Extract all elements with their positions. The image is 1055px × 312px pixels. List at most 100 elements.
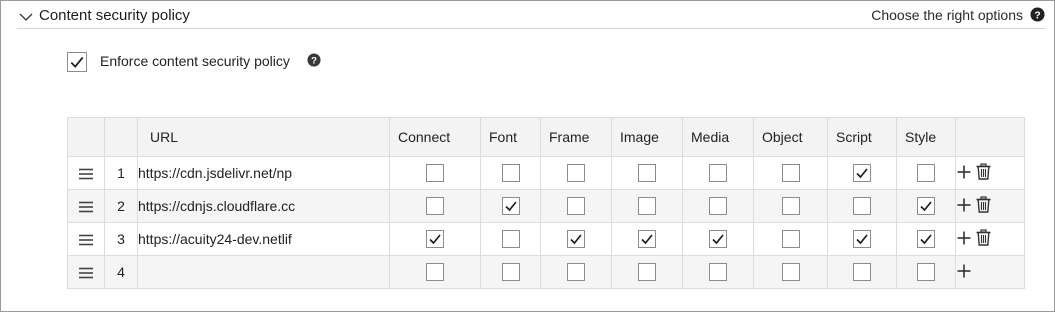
object-checkbox[interactable] [781,230,800,249]
cell-frame [540,255,612,289]
connect-checkbox[interactable] [426,197,444,216]
script-checkbox[interactable] [853,263,871,282]
section-title: Content security policy [39,7,190,24]
cell-font [480,255,541,289]
cell-object [753,189,828,223]
cell-media [682,222,754,256]
style-checkbox[interactable] [917,197,935,216]
plus-icon[interactable] [956,230,972,249]
image-checkbox[interactable] [638,263,656,282]
column-header-script: Script [827,117,897,157]
column-header-url: URL [137,117,390,157]
cell-image [611,156,683,190]
table-row: 1 https://cdn.jsdelivr.net/np [67,156,1025,190]
drag-cell [67,255,105,289]
media-checkbox[interactable] [709,197,727,216]
enforce-label: Enforce content security policy [100,53,290,69]
url-cell[interactable] [137,255,390,289]
cell-image [611,255,683,289]
row-number: 2 [104,189,138,223]
row-actions [955,189,1025,223]
plus-icon[interactable] [956,263,972,282]
column-header-image: Image [611,117,683,157]
font-checkbox[interactable] [501,164,520,183]
cell-style [896,255,956,289]
url-cell[interactable]: https://acuity24-dev.netlif [137,222,390,256]
font-checkbox[interactable] [501,230,520,249]
enforce-checkbox[interactable] [67,52,87,72]
frame-checkbox[interactable] [567,164,585,183]
svg-text:?: ? [1034,10,1040,21]
trash-icon[interactable] [976,163,991,183]
number-column-header [104,117,138,157]
connect-checkbox[interactable] [426,263,444,282]
cell-object [753,156,828,190]
cell-media [682,255,754,289]
column-header-font: Font [480,117,541,157]
font-checkbox[interactable] [501,197,520,216]
script-checkbox[interactable] [853,197,871,216]
row-actions [955,255,1025,289]
media-checkbox[interactable] [709,164,727,183]
row-number: 1 [104,156,138,190]
section-help-text: Choose the right options [871,7,1023,23]
table-row: 2 https://cdnjs.cloudflare.cc [67,189,1025,223]
connect-checkbox[interactable] [426,230,444,249]
cell-script [827,156,897,190]
image-checkbox[interactable] [638,230,656,249]
style-checkbox[interactable] [917,164,935,183]
cell-font [480,156,541,190]
cell-object [753,255,828,289]
object-checkbox[interactable] [781,164,800,183]
drag-cell [67,189,105,223]
table-header-row: URL Connect Font Frame Image Media Objec… [67,117,1025,157]
question-circle-icon[interactable]: ? [307,53,321,67]
frame-checkbox[interactable] [567,197,585,216]
row-actions [955,156,1025,190]
drag-handle-icon[interactable] [78,200,94,214]
section-header: Content security policy Choose the right… [17,0,1046,29]
plus-icon[interactable] [956,164,972,183]
style-checkbox[interactable] [917,230,935,249]
connect-checkbox[interactable] [426,164,444,183]
plus-icon[interactable] [956,197,972,216]
url-cell[interactable]: https://cdnjs.cloudflare.cc [137,189,390,223]
drag-handle-icon[interactable] [78,266,94,280]
cell-style [896,222,956,256]
cell-connect [389,255,481,289]
media-checkbox[interactable] [709,263,727,282]
cell-script [827,222,897,256]
image-checkbox[interactable] [638,197,656,216]
chevron-down-icon[interactable] [19,9,33,21]
drag-handle-icon[interactable] [78,233,94,247]
url-value[interactable]: https://acuity24-dev.netlif [139,231,309,247]
drag-cell [67,156,105,190]
object-checkbox[interactable] [781,197,800,216]
actions-column-header [955,117,1025,157]
cell-connect [389,156,481,190]
url-cell[interactable]: https://cdn.jsdelivr.net/np [137,156,390,190]
cell-media [682,189,754,223]
frame-checkbox[interactable] [567,230,585,249]
drag-handle-icon[interactable] [78,167,94,181]
url-value[interactable]: https://cdn.jsdelivr.net/np [139,165,309,181]
frame-checkbox[interactable] [567,263,585,282]
font-checkbox[interactable] [501,263,520,282]
object-checkbox[interactable] [781,263,800,282]
table-row: 4 [67,255,1025,289]
cell-connect [389,189,481,223]
cell-frame [540,222,612,256]
script-checkbox[interactable] [853,164,871,183]
script-checkbox[interactable] [853,230,871,249]
media-checkbox[interactable] [709,230,727,249]
style-checkbox[interactable] [917,263,935,282]
cell-image [611,222,683,256]
trash-icon[interactable] [976,196,991,216]
table-row: 3 https://acuity24-dev.netlif [67,222,1025,256]
url-value[interactable]: https://cdnjs.cloudflare.cc [139,198,309,214]
question-circle-icon[interactable]: ? [1030,7,1045,22]
image-checkbox[interactable] [638,164,656,183]
cell-style [896,156,956,190]
trash-icon[interactable] [976,229,991,249]
cell-connect [389,222,481,256]
